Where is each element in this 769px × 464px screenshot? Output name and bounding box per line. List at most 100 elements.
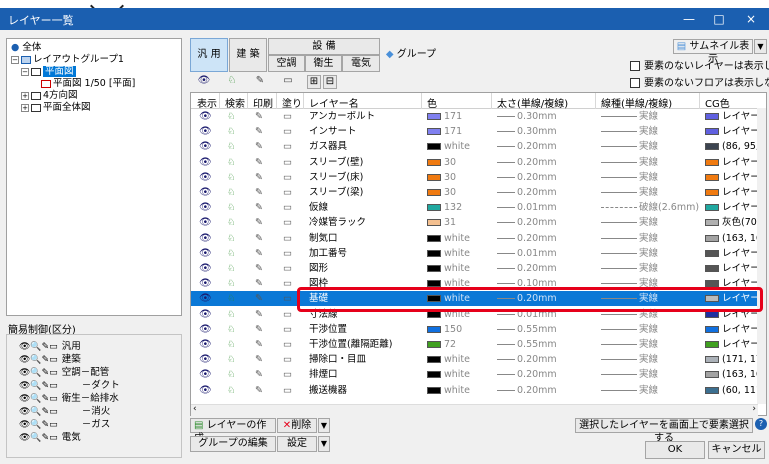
layer-name[interactable]: 掃除口・目皿 <box>309 353 366 366</box>
print-icon[interactable]: ✎ <box>255 368 263 381</box>
print-icon[interactable]: ✎ <box>255 140 263 153</box>
layer-name[interactable]: 図形 <box>309 262 328 275</box>
simple-row-hvac-pipe[interactable]: 👁🔍✎▭ 空調－配管 <box>19 367 109 379</box>
print-icon[interactable]: ✎ <box>255 125 263 138</box>
fill-icon[interactable]: ▭ <box>283 292 292 305</box>
collapse-icon[interactable]: − <box>11 55 19 64</box>
search-icon[interactable]: ♘ <box>227 384 236 397</box>
table-row[interactable]: 👁 ♘ ✎ ▭ 図形 white 0.20mm 実線 レイヤー色 <box>191 261 766 276</box>
expand-icon[interactable]: + <box>21 103 29 112</box>
print-icon[interactable]: ✎ <box>255 201 263 214</box>
search-icon[interactable]: ♘ <box>227 125 236 138</box>
eye-icon[interactable]: 👁 <box>199 292 212 305</box>
eye-icon[interactable]: 👁 <box>199 384 212 397</box>
layer-linetype[interactable]: 実線 <box>601 125 658 138</box>
layer-color[interactable]: white <box>427 247 470 260</box>
table-row[interactable]: 👁 ♘ ✎ ▭ 干渉位置 150 0.55mm 実線 レイヤー色 <box>191 322 766 337</box>
checkbox[interactable] <box>630 78 640 88</box>
search-icon[interactable]: ♘ <box>227 277 236 290</box>
layer-name[interactable]: 加工番号 <box>309 247 347 260</box>
search-icon[interactable]: ♘ <box>227 262 236 275</box>
layer-width[interactable]: 0.30mm <box>497 110 557 123</box>
layer-color[interactable]: 132 <box>427 201 462 214</box>
ok-button[interactable]: OK <box>645 441 705 459</box>
table-row[interactable]: 👁 ♘ ✎ ▭ ガス器具 white 0.20mm 実線 (86, 95, 1 <box>191 139 766 154</box>
fill-icon[interactable]: ▭ <box>283 140 292 153</box>
eye-icon[interactable]: 👁 <box>199 171 212 184</box>
eye-icon[interactable]: 👁 <box>199 125 212 138</box>
grid-view-icon[interactable]: ⊞ <box>307 75 321 89</box>
settings-dropdown[interactable]: ▼ <box>318 436 330 452</box>
layer-width[interactable]: 0.20mm <box>497 232 557 245</box>
layer-width[interactable]: 0.20mm <box>497 384 557 397</box>
search-icon[interactable]: ♘ <box>227 308 236 321</box>
eye-icon[interactable]: 👁 <box>199 368 212 381</box>
layer-color[interactable]: white <box>427 384 470 397</box>
tab-architecture[interactable]: 建 築 <box>229 38 267 72</box>
layer-linetype[interactable]: 実線 <box>601 368 658 381</box>
delete-dropdown[interactable]: ▼ <box>318 418 330 433</box>
layer-linetype[interactable]: 実線 <box>601 353 658 366</box>
edit-group-button[interactable]: グループの編集 <box>190 436 276 452</box>
layer-name[interactable]: 排煙口 <box>309 368 338 381</box>
layer-name[interactable]: 制気口 <box>309 232 338 245</box>
tree-layout-group[interactable]: − レイアウトグループ1 <box>11 54 124 66</box>
fill-icon[interactable]: ▭ <box>283 247 292 260</box>
fill-icon[interactable]: ▭ <box>283 368 292 381</box>
layer-width[interactable]: 0.20mm <box>497 262 557 275</box>
layer-color[interactable]: 150 <box>427 323 462 336</box>
layer-name[interactable]: スリーブ(壁) <box>309 156 363 169</box>
fill-icon[interactable]: ▭ <box>283 384 292 397</box>
search-icon[interactable]: ♘ <box>227 201 236 214</box>
layer-color[interactable]: 30 <box>427 186 456 199</box>
eye-icon[interactable]: 👁🔍✎▭ <box>19 420 58 430</box>
table-row[interactable]: 👁 ♘ ✎ ▭ スリーブ(床) 30 0.20mm 実線 レイヤー色 <box>191 170 766 185</box>
eye-icon[interactable]: 👁 <box>199 216 212 229</box>
tree-root[interactable]: ● 全体 <box>11 42 41 54</box>
table-row[interactable]: 👁 ♘ ✎ ▭ スリーブ(梁) 30 0.20mm 実線 レイヤー色 <box>191 185 766 200</box>
thumbnail-dropdown[interactable]: ▼ <box>754 39 767 54</box>
layer-color[interactable]: white <box>427 232 470 245</box>
simple-row-duct[interactable]: 👁🔍✎▭ －ダクト <box>19 380 120 392</box>
table-row[interactable]: 👁 ♘ ✎ ▭ スリーブ(壁) 30 0.20mm 実線 レイヤー色 <box>191 155 766 170</box>
fill-icon[interactable]: ▭ <box>283 353 292 366</box>
maximize-button[interactable]: □ <box>704 10 734 28</box>
layer-color[interactable]: 171 <box>427 125 462 138</box>
print-icon[interactable]: ✎ <box>255 338 263 351</box>
horizontal-scrollbar[interactable]: ‹ › <box>191 404 758 416</box>
layer-linetype[interactable]: 実線 <box>601 232 658 245</box>
fill-icon[interactable]: ▭ <box>283 232 292 245</box>
layer-width[interactable]: 0.20mm <box>497 156 557 169</box>
table-row[interactable]: 👁 ♘ ✎ ▭ 冷媒管ラック 31 0.20mm 実線 灰色(70% <box>191 215 766 230</box>
fill-icon[interactable]: ▭ <box>283 201 292 214</box>
eye-icon[interactable]: 👁 <box>199 277 212 290</box>
simple-row-fire[interactable]: 👁🔍✎▭ －消火 <box>19 406 110 418</box>
eye-icon[interactable]: 👁 <box>199 201 212 214</box>
layer-name[interactable]: 搬送機器 <box>309 384 347 397</box>
simple-row-arch[interactable]: 👁🔍✎▭ 建築 <box>19 354 81 366</box>
simple-row-gas[interactable]: 👁🔍✎▭ －ガス <box>19 419 110 431</box>
minimize-button[interactable]: — <box>674 10 704 28</box>
search-icon[interactable]: ♘ <box>227 186 236 199</box>
col-display[interactable]: 表示 <box>197 95 217 110</box>
print-toggle-icon[interactable]: ✎ <box>252 71 268 91</box>
layer-name[interactable]: スリーブ(梁) <box>309 186 363 199</box>
fill-icon[interactable]: ▭ <box>283 156 292 169</box>
print-icon[interactable]: ✎ <box>255 232 263 245</box>
layer-linetype[interactable]: 実線 <box>601 216 658 229</box>
search-icon[interactable]: ♘ <box>227 110 236 123</box>
print-icon[interactable]: ✎ <box>255 186 263 199</box>
tab-sanitary[interactable]: 衛生 <box>305 55 342 72</box>
eye-icon[interactable]: 👁🔍✎▭ <box>19 355 58 365</box>
tree-four-direction[interactable]: +4方向図 <box>21 90 78 102</box>
print-icon[interactable]: ✎ <box>255 262 263 275</box>
close-button[interactable]: × <box>736 10 766 28</box>
thumbnail-button[interactable]: ▤ サムネイル表示 <box>673 39 753 65</box>
layer-width[interactable]: 0.55mm <box>497 323 557 336</box>
layer-width[interactable]: 0.20mm <box>497 353 557 366</box>
search-icon[interactable]: ♘ <box>227 156 236 169</box>
layer-color[interactable]: 30 <box>427 156 456 169</box>
layer-color[interactable]: 72 <box>427 338 456 351</box>
print-icon[interactable]: ✎ <box>255 308 263 321</box>
eye-icon[interactable]: 👁 <box>199 247 212 260</box>
